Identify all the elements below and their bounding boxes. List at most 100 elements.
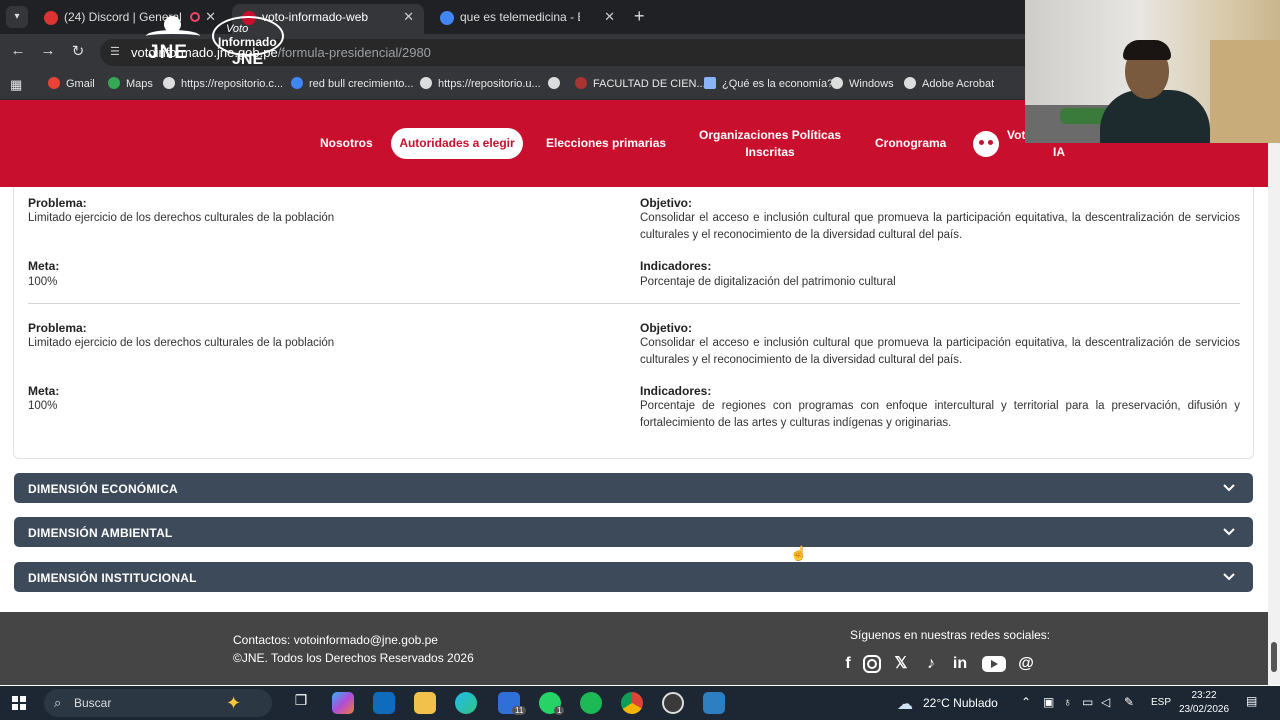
close-tab-icon[interactable]: ✕ [604,4,615,30]
copilot-icon[interactable] [332,692,354,714]
nav-organizaciones-politicas[interactable]: Organizaciones Políticas Inscritas [699,127,841,161]
globe-icon [904,77,916,89]
chevron-up-icon[interactable]: ⌃ [1021,695,1031,709]
weather-text[interactable]: 22°C Nublado [923,696,998,710]
chrome-icon[interactable] [621,692,643,714]
bookmark-label: Adobe Acrobat [922,78,995,90]
microphone-icon[interactable]: ♁ [1063,695,1072,709]
forward-arrow-icon[interactable]: → [38,42,58,59]
voto-informado-logo[interactable]: Voto Informado JNE [212,16,284,72]
footer-contact[interactable]: Contactos: votoinformado@jne.gob.pe [233,633,438,647]
camera-icon[interactable]: ▣ [1043,695,1054,709]
bookmark-globe[interactable] [548,77,566,90]
bookmark-windows[interactable]: Windows [831,77,894,90]
nav-elecciones-primarias[interactable]: Elecciones primarias [546,136,666,150]
chevron-down-icon [1223,573,1235,581]
x-icon[interactable]: 𝕏 [891,654,911,674]
page-scrollbar[interactable] [1268,143,1280,685]
jne-logo[interactable]: JNE [144,16,202,72]
maps-icon [108,77,120,89]
footer-copyright: ©JNE. Todos los Derechos Reservados 2026 [233,651,474,665]
objetivo-label: Objetivo: [640,196,693,210]
notifications-icon[interactable]: ▤ [1246,694,1257,708]
taskbar-search[interactable]: ⌕ Buscar ✦ [44,689,272,717]
bookmark-label: https://repositorio.u... [438,78,541,90]
logo-word-informado: Informado [218,35,277,49]
task-view-icon[interactable]: ❐ [290,692,312,714]
tab-google-search[interactable]: que es telemedicina - Buscar co ✕ [430,4,625,34]
nav-cronograma[interactable]: Cronograma [875,136,946,150]
display-icon[interactable]: ▭ [1082,695,1093,709]
linkedin-icon[interactable]: in [950,654,970,674]
problema-label: Problema: [28,196,87,210]
indicadores-text: Porcentaje de regiones con programas con… [640,400,1240,429]
windows-start-icon[interactable] [12,696,26,710]
nav-nosotros[interactable]: Nosotros [320,136,373,150]
edge-icon[interactable] [455,692,477,714]
bookmark-adobe[interactable]: Adobe Acrobat [904,77,994,90]
new-tab-button[interactable]: + [634,6,645,27]
site-info-icon[interactable]: ☰ [110,45,124,59]
problema-label: Problema: [28,321,87,335]
close-tab-icon[interactable]: ✕ [403,4,414,30]
back-arrow-icon[interactable]: ← [8,42,28,59]
webcam-door [1210,40,1280,143]
pen-icon[interactable]: ✎ [1124,695,1134,709]
facebook-icon[interactable]: f [838,654,858,674]
webcam-overlay [1025,0,1280,143]
indicadores-label: Indicadores: [640,259,712,273]
volume-icon[interactable]: ◁ [1101,695,1110,709]
indicadores-label: Indicadores: [640,384,712,398]
jne-logo-text: JNE [148,42,188,63]
accordion-dimension-ambiental[interactable]: DIMENSIÓN AMBIENTAL [14,517,1253,547]
objetivo-text: Consolidar el acceso e inclusión cultura… [640,212,1240,241]
meta-value: 100% [28,400,58,412]
bookmark-label: Maps [126,78,153,90]
chevron-down-icon [1223,528,1235,536]
indicadores-text: Porcentaje de digitalización del patrimo… [640,276,896,288]
bookmark-gmail[interactable]: Gmail [48,77,95,90]
search-placeholder: Buscar [74,696,112,710]
footer-social-title: Síguenos en nuestras redes sociales: [850,628,1051,642]
bookmark-repositorio-u[interactable]: https://repositorio.u... [420,77,541,90]
scrollbar-thumb[interactable] [1271,642,1277,672]
robot-icon[interactable] [973,131,999,157]
accordion-dimension-institucional[interactable]: DIMENSIÓN INSTITUCIONAL [14,562,1253,592]
apps-grid-icon[interactable]: ▦ [10,77,22,93]
bookmark-economia[interactable]: ¿Qué es la economía? [704,77,833,90]
calculator-icon[interactable] [703,692,725,714]
globe-icon [420,77,432,89]
nav-label-line1: Organizaciones Políticas [699,128,842,142]
instagram-icon[interactable] [862,654,882,674]
accordion-dimension-economica[interactable]: DIMENSIÓN ECONÓMICA [14,473,1253,503]
clock[interactable]: 23:22 23/02/2026 [1174,689,1234,717]
sparkle-icon: ✦ [226,693,242,713]
whatsapp-badge: 1 [554,706,565,715]
outlook-icon[interactable] [373,692,395,714]
site-footer: Contactos: votoinformado@jne.gob.pe ©JNE… [0,612,1268,685]
bookmark-label: FACULTAD DE CIEN... [593,78,706,90]
bookmark-label: https://repositorio.c... [181,78,284,90]
accordion-title: DIMENSIÓN ECONÓMICA [28,482,178,496]
clock-time: 23:22 [1191,690,1217,701]
search-icon: ⌕ [54,695,62,710]
bookmark-facultad[interactable]: FACULTAD DE CIEN... [575,77,706,90]
language-indicator[interactable]: ESP [1151,697,1171,708]
reload-icon[interactable]: ↻ [68,42,88,60]
youtube-icon[interactable] [981,654,1007,674]
threads-icon[interactable]: @ [1016,654,1036,674]
nav-autoridades-a-elegir[interactable]: Autoridades a elegir [391,128,523,159]
obs-icon[interactable] [662,692,684,714]
university-icon [575,77,587,89]
file-explorer-icon[interactable] [414,692,436,714]
tiktok-icon[interactable]: ♪ [921,654,941,674]
problema-text: Limitado ejercicio de los derechos cultu… [28,212,335,224]
bookmark-repositorio-c[interactable]: https://repositorio.c... [163,77,283,90]
bookmark-maps[interactable]: Maps [108,77,153,90]
document-icon [704,77,716,89]
tab-search-button[interactable]: ▾ [6,6,28,28]
discord-icon [44,11,58,25]
bookmark-red-bull[interactable]: red bull crecimiento... [291,77,414,90]
spotify-icon[interactable] [580,692,602,714]
clock-date: 23/02/2026 [1178,704,1230,715]
